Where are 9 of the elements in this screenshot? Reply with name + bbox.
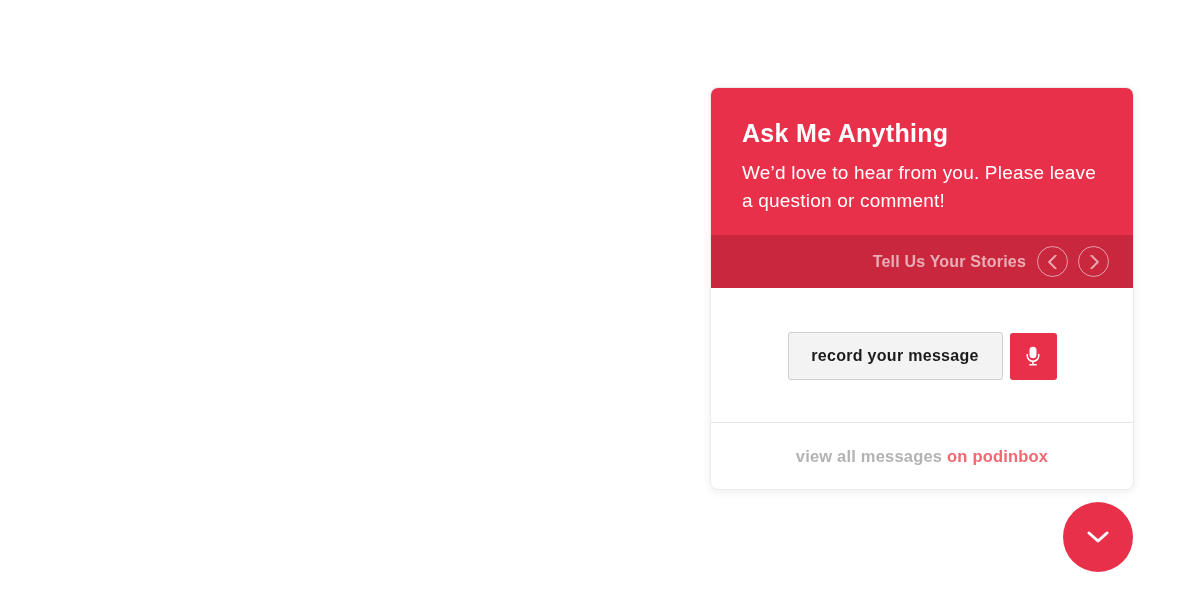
microphone-button[interactable] [1009, 332, 1057, 380]
record-message-button[interactable]: record your message [787, 332, 1003, 380]
footer-text: view all messages on podinbox [795, 446, 1049, 466]
chevron-down-icon [1087, 531, 1109, 543]
widget-subtitle: We’d love to hear from you. Please leave a question or comment! [742, 161, 1098, 213]
widget-title: Ask Me Anything [742, 118, 950, 149]
stories-label: Tell Us Your Stories [872, 252, 1026, 271]
microphone-icon [1026, 346, 1040, 366]
chevron-left-icon [1045, 254, 1060, 269]
